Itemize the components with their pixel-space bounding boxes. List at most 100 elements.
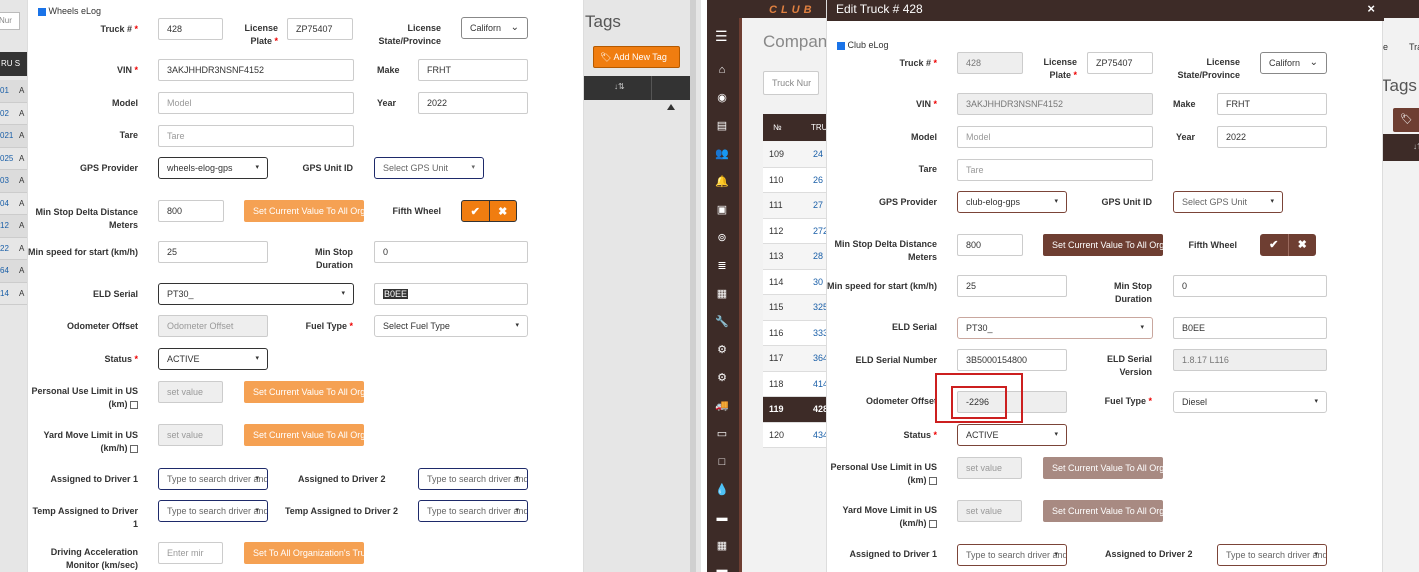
truck-input[interactable]: 428 (957, 52, 1023, 74)
wheels-elog-checkbox[interactable]: Wheels eLog (38, 6, 101, 16)
set-all-personal-button[interactable]: Set Current Value To All Orga (1043, 457, 1163, 479)
driver2-input[interactable]: Type to search driver and click Enter▾ (1217, 544, 1327, 566)
table-row[interactable]: 113 28 (763, 244, 827, 270)
row-truck[interactable]: 30 (813, 270, 823, 295)
driver2-input[interactable]: Type to search driver and click Enter▾ (418, 468, 528, 490)
bg-scrollbar[interactable] (690, 0, 696, 572)
table-row[interactable]: 116 333 (763, 320, 828, 346)
personal-use-input[interactable]: set value (957, 457, 1022, 479)
temp-driver2-input[interactable]: Type to search driver and click Enter▾ (418, 500, 528, 522)
eld-serial-2-input[interactable]: B0EE (374, 283, 528, 305)
plate-input[interactable]: ZP75407 (287, 18, 353, 40)
make-input[interactable]: FRHT (418, 59, 528, 81)
personal-use-checkbox[interactable] (130, 400, 138, 409)
model-input[interactable]: Model (957, 126, 1153, 148)
plate-input[interactable]: ZP75407 (1087, 52, 1153, 74)
list-icon[interactable]: ≣ (715, 259, 729, 273)
table-row[interactable]: 02 A (0, 102, 27, 125)
table-row[interactable]: 114 30 (763, 269, 827, 295)
row-truck[interactable]: 27 (813, 193, 823, 218)
table-row[interactable]: 112 272 (763, 218, 828, 244)
minspeed-input[interactable]: 25 (957, 275, 1067, 297)
close-icon[interactable]: ✖ (488, 201, 517, 221)
eld-serial-number-input[interactable]: 3B5000154800 (957, 349, 1067, 371)
table-row[interactable]: 03 A (0, 170, 27, 193)
id-card-icon[interactable]: ▣ (715, 203, 729, 217)
gps-provider-select[interactable]: club-elog-gps ▾ (957, 191, 1067, 213)
table-row[interactable]: 14 A (0, 282, 27, 305)
close-icon[interactable]: × (1367, 1, 1375, 16)
truck-search-input[interactable]: Truck Nur (763, 71, 819, 95)
table-row[interactable]: 64 A (0, 260, 27, 283)
yard-move-input[interactable]: set value (158, 424, 223, 446)
cogs-icon[interactable]: ⚙ (715, 343, 729, 357)
driver1-input[interactable]: Type to search driver and click Enter▾ (158, 468, 268, 490)
set-all-personal-button[interactable]: Set Current Value To All Orga (244, 381, 364, 403)
model-input[interactable]: Model (158, 92, 354, 114)
table-row[interactable]: 22 A (0, 237, 27, 260)
minstop-input[interactable]: 800 (957, 234, 1023, 256)
check-icon[interactable]: ✔ (462, 201, 489, 221)
truck-input[interactable]: 428 (158, 18, 223, 40)
yard-move-input[interactable]: set value (957, 500, 1022, 522)
tare-input[interactable]: Tare (158, 125, 354, 147)
bell-icon[interactable]: 🔔 (715, 175, 729, 189)
globe-icon[interactable]: ◉ (715, 91, 729, 105)
minstop-input[interactable]: 800 (158, 200, 224, 222)
trailer-icon[interactable]: ▬ (715, 563, 729, 572)
hamburger-icon[interactable]: ☰ (715, 29, 729, 43)
bg-add-tag-button[interactable]: 🏷 Add New Tag (593, 46, 680, 68)
table-row[interactable]: 117 364 (763, 346, 828, 372)
temp-driver1-input[interactable]: Type to search driver and click Enter▾ (158, 500, 268, 522)
set-all-org-button[interactable]: Set To All Organization's Tru (244, 542, 364, 564)
minspeed-input[interactable]: 25 (158, 241, 268, 263)
wrench-icon[interactable]: 🔧 (715, 315, 729, 329)
year-input[interactable]: 2022 (1217, 126, 1327, 148)
drop-icon[interactable]: 💧 (715, 483, 729, 497)
id-badge-icon[interactable]: ▭ (715, 427, 729, 441)
table-row-selected[interactable]: 119 428 (763, 397, 828, 423)
year-input[interactable]: 2022 (418, 92, 528, 114)
eld-serial-select[interactable]: PT30_ ▾ (158, 283, 354, 305)
check-icon[interactable]: ✔ (1260, 234, 1288, 256)
users-icon[interactable]: 👥 (715, 147, 729, 161)
make-input[interactable]: FRHT (1217, 93, 1327, 115)
table-row[interactable]: 120 434 (763, 422, 828, 448)
tab-tra[interactable]: Tra (1409, 42, 1419, 52)
yard-move-checkbox[interactable] (929, 519, 937, 528)
gps-provider-select[interactable]: wheels-elog-gps ▾ (158, 157, 268, 179)
minstopdur-input[interactable]: 0 (1173, 275, 1327, 297)
table-row[interactable]: 021 A (0, 125, 27, 148)
accel-input[interactable]: Enter mir (158, 542, 223, 564)
personal-use-input[interactable]: set value (158, 381, 223, 403)
yard-move-checkbox[interactable] (130, 444, 138, 453)
eld-serial-2-input[interactable]: B0EE (1173, 317, 1327, 339)
vin-input[interactable]: 3AKJHHDR3NSNF4152 (957, 93, 1153, 115)
table-row[interactable]: 025 A (0, 147, 27, 170)
odometer-offset-input[interactable]: Odometer Offset (158, 315, 268, 337)
close-icon[interactable]: ✖ (1287, 234, 1317, 256)
fuel-type-select[interactable]: Diesel ▾ (1173, 391, 1327, 413)
eld-serial-version-input[interactable]: 1.8.17 L116 (1173, 349, 1327, 371)
table-row[interactable]: 109 24 (763, 142, 827, 168)
state-select[interactable]: Californ ⌄ (461, 17, 528, 39)
set-all-yard-button[interactable]: Set Current Value To All Orga (1043, 500, 1163, 522)
gear-icon[interactable]: ⚙ (715, 371, 729, 385)
truck-icon[interactable]: 🚚 (715, 399, 729, 413)
table-row[interactable]: 110 26 (763, 167, 827, 193)
right-add-tag-button[interactable]: 🏷 (1393, 108, 1419, 132)
sort-icon[interactable]: ↓⇅ (1413, 142, 1419, 151)
bg-scroll-arrow[interactable] (667, 104, 675, 110)
fifth-wheel-toggle[interactable]: ✔ ✖ (461, 200, 517, 222)
gps-unit-select[interactable]: Select GPS Unit ▾ (374, 157, 484, 179)
gps-unit-select[interactable]: Select GPS Unit ▾ (1173, 191, 1283, 213)
table-row[interactable]: 111 27 (763, 193, 827, 219)
row-truck[interactable]: 24 (813, 142, 823, 167)
row-truck[interactable]: 28 (813, 244, 823, 269)
state-select[interactable]: Californ ⌄ (1260, 52, 1327, 74)
table-row[interactable]: 118 414 (763, 371, 828, 397)
square-icon[interactable]: □ (715, 455, 729, 469)
fifth-wheel-toggle[interactable]: ✔ ✖ (1260, 234, 1316, 256)
status-select[interactable]: ACTIVE ▾ (957, 424, 1067, 446)
vin-input[interactable]: 3AKJHHDR3NSNF4152 (158, 59, 354, 81)
